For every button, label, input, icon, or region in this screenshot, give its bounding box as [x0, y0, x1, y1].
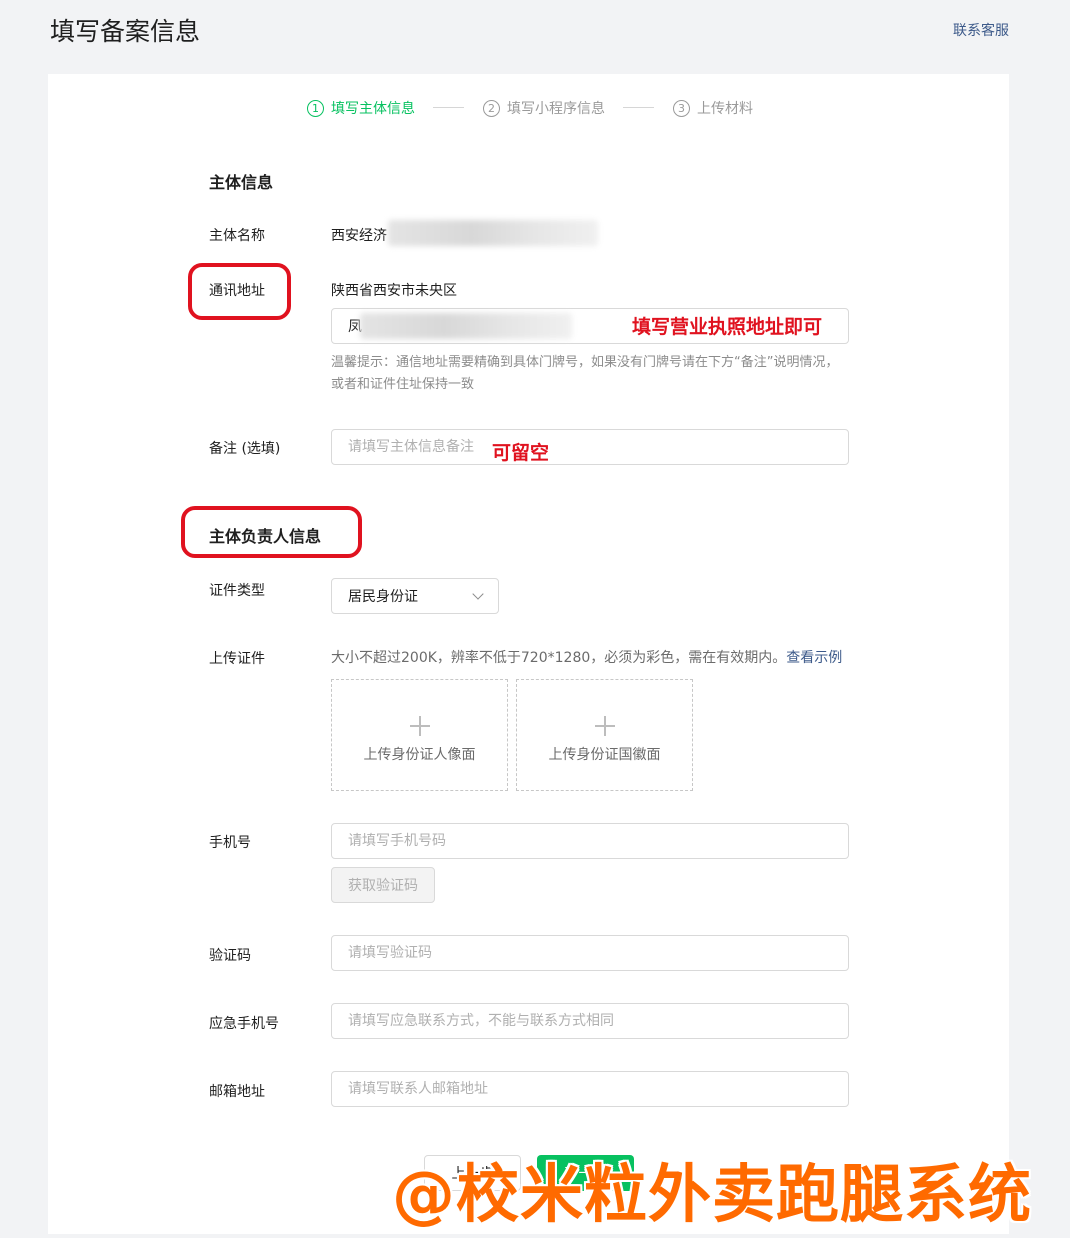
remark-label: 备注 (选填) [209, 441, 281, 457]
address-annotation: 填写营业执照地址即可 [632, 316, 823, 338]
code-input[interactable] [331, 935, 849, 971]
id-type-select[interactable]: 居民身份证 [331, 578, 499, 614]
id-type-label: 证件类型 [209, 583, 265, 599]
step-divider [433, 107, 464, 108]
upload-caption: 上传身份证人像面 [363, 747, 476, 763]
step-label: 填写小程序信息 [507, 101, 605, 117]
step-number: 1 [307, 99, 324, 117]
email-label: 邮箱地址 [209, 1084, 265, 1100]
step-2: 2 填写小程序信息 [483, 98, 605, 118]
plus-icon [594, 716, 615, 736]
emergency-phone-label: 应急手机号 [209, 1016, 279, 1032]
subject-section-title: 主体信息 [209, 173, 274, 192]
upload-id-back[interactable]: 上传身份证国徽面 [516, 679, 693, 791]
phone-input[interactable] [331, 823, 849, 859]
step-divider [623, 107, 654, 108]
id-type-value: 居民身份证 [348, 589, 418, 605]
upload-id-front[interactable]: 上传身份证人像面 [331, 679, 508, 791]
subject-name-value: 西安经济 [331, 228, 387, 244]
chevron-down-icon [472, 588, 484, 600]
address-region: 陕西省西安市未央区 [331, 283, 457, 299]
watermark-text: @校米粒外卖跑腿系统 [392, 1158, 1032, 1231]
annotation-ring [188, 263, 291, 320]
remark-annotation: 可留空 [492, 442, 550, 464]
address-hint: 温馨提示：通信地址需要精确到具体门牌号，如果没有门牌号请在下方“备注”说明情况，… [331, 355, 839, 392]
upload-hint-text: 大小不超过200K，辨率不低于720*1280，必须为彩色，需在有效期内。 [331, 650, 787, 666]
view-example-link[interactable]: 查看示例 [786, 650, 842, 666]
emergency-phone-input[interactable] [331, 1003, 849, 1039]
step-label: 填写主体信息 [331, 101, 415, 117]
responsible-section-title: 主体负责人信息 [209, 527, 322, 546]
phone-label: 手机号 [209, 835, 251, 851]
step-number: 2 [483, 99, 500, 117]
redacted-blur [388, 220, 598, 246]
redacted-blur [360, 313, 572, 339]
code-label: 验证码 [209, 948, 251, 964]
page-title: 填写备案信息 [50, 17, 201, 46]
subject-name-label: 主体名称 [209, 228, 265, 244]
step-1: 1 填写主体信息 [307, 98, 415, 118]
step-number: 3 [673, 99, 690, 117]
step-label: 上传材料 [697, 101, 753, 117]
upload-hint: 大小不超过200K，辨率不低于720*1280，必须为彩色，需在有效期内。查看示… [331, 647, 842, 667]
upload-caption: 上传身份证国徽面 [548, 747, 661, 763]
contact-support-link[interactable]: 联系客服 [953, 20, 1009, 40]
step-3: 3 上传材料 [673, 98, 753, 118]
plus-icon [409, 716, 430, 736]
remark-input[interactable] [331, 429, 849, 465]
get-code-button[interactable]: 获取验证码 [331, 867, 435, 903]
upload-label: 上传证件 [209, 651, 265, 667]
email-input[interactable] [331, 1071, 849, 1107]
